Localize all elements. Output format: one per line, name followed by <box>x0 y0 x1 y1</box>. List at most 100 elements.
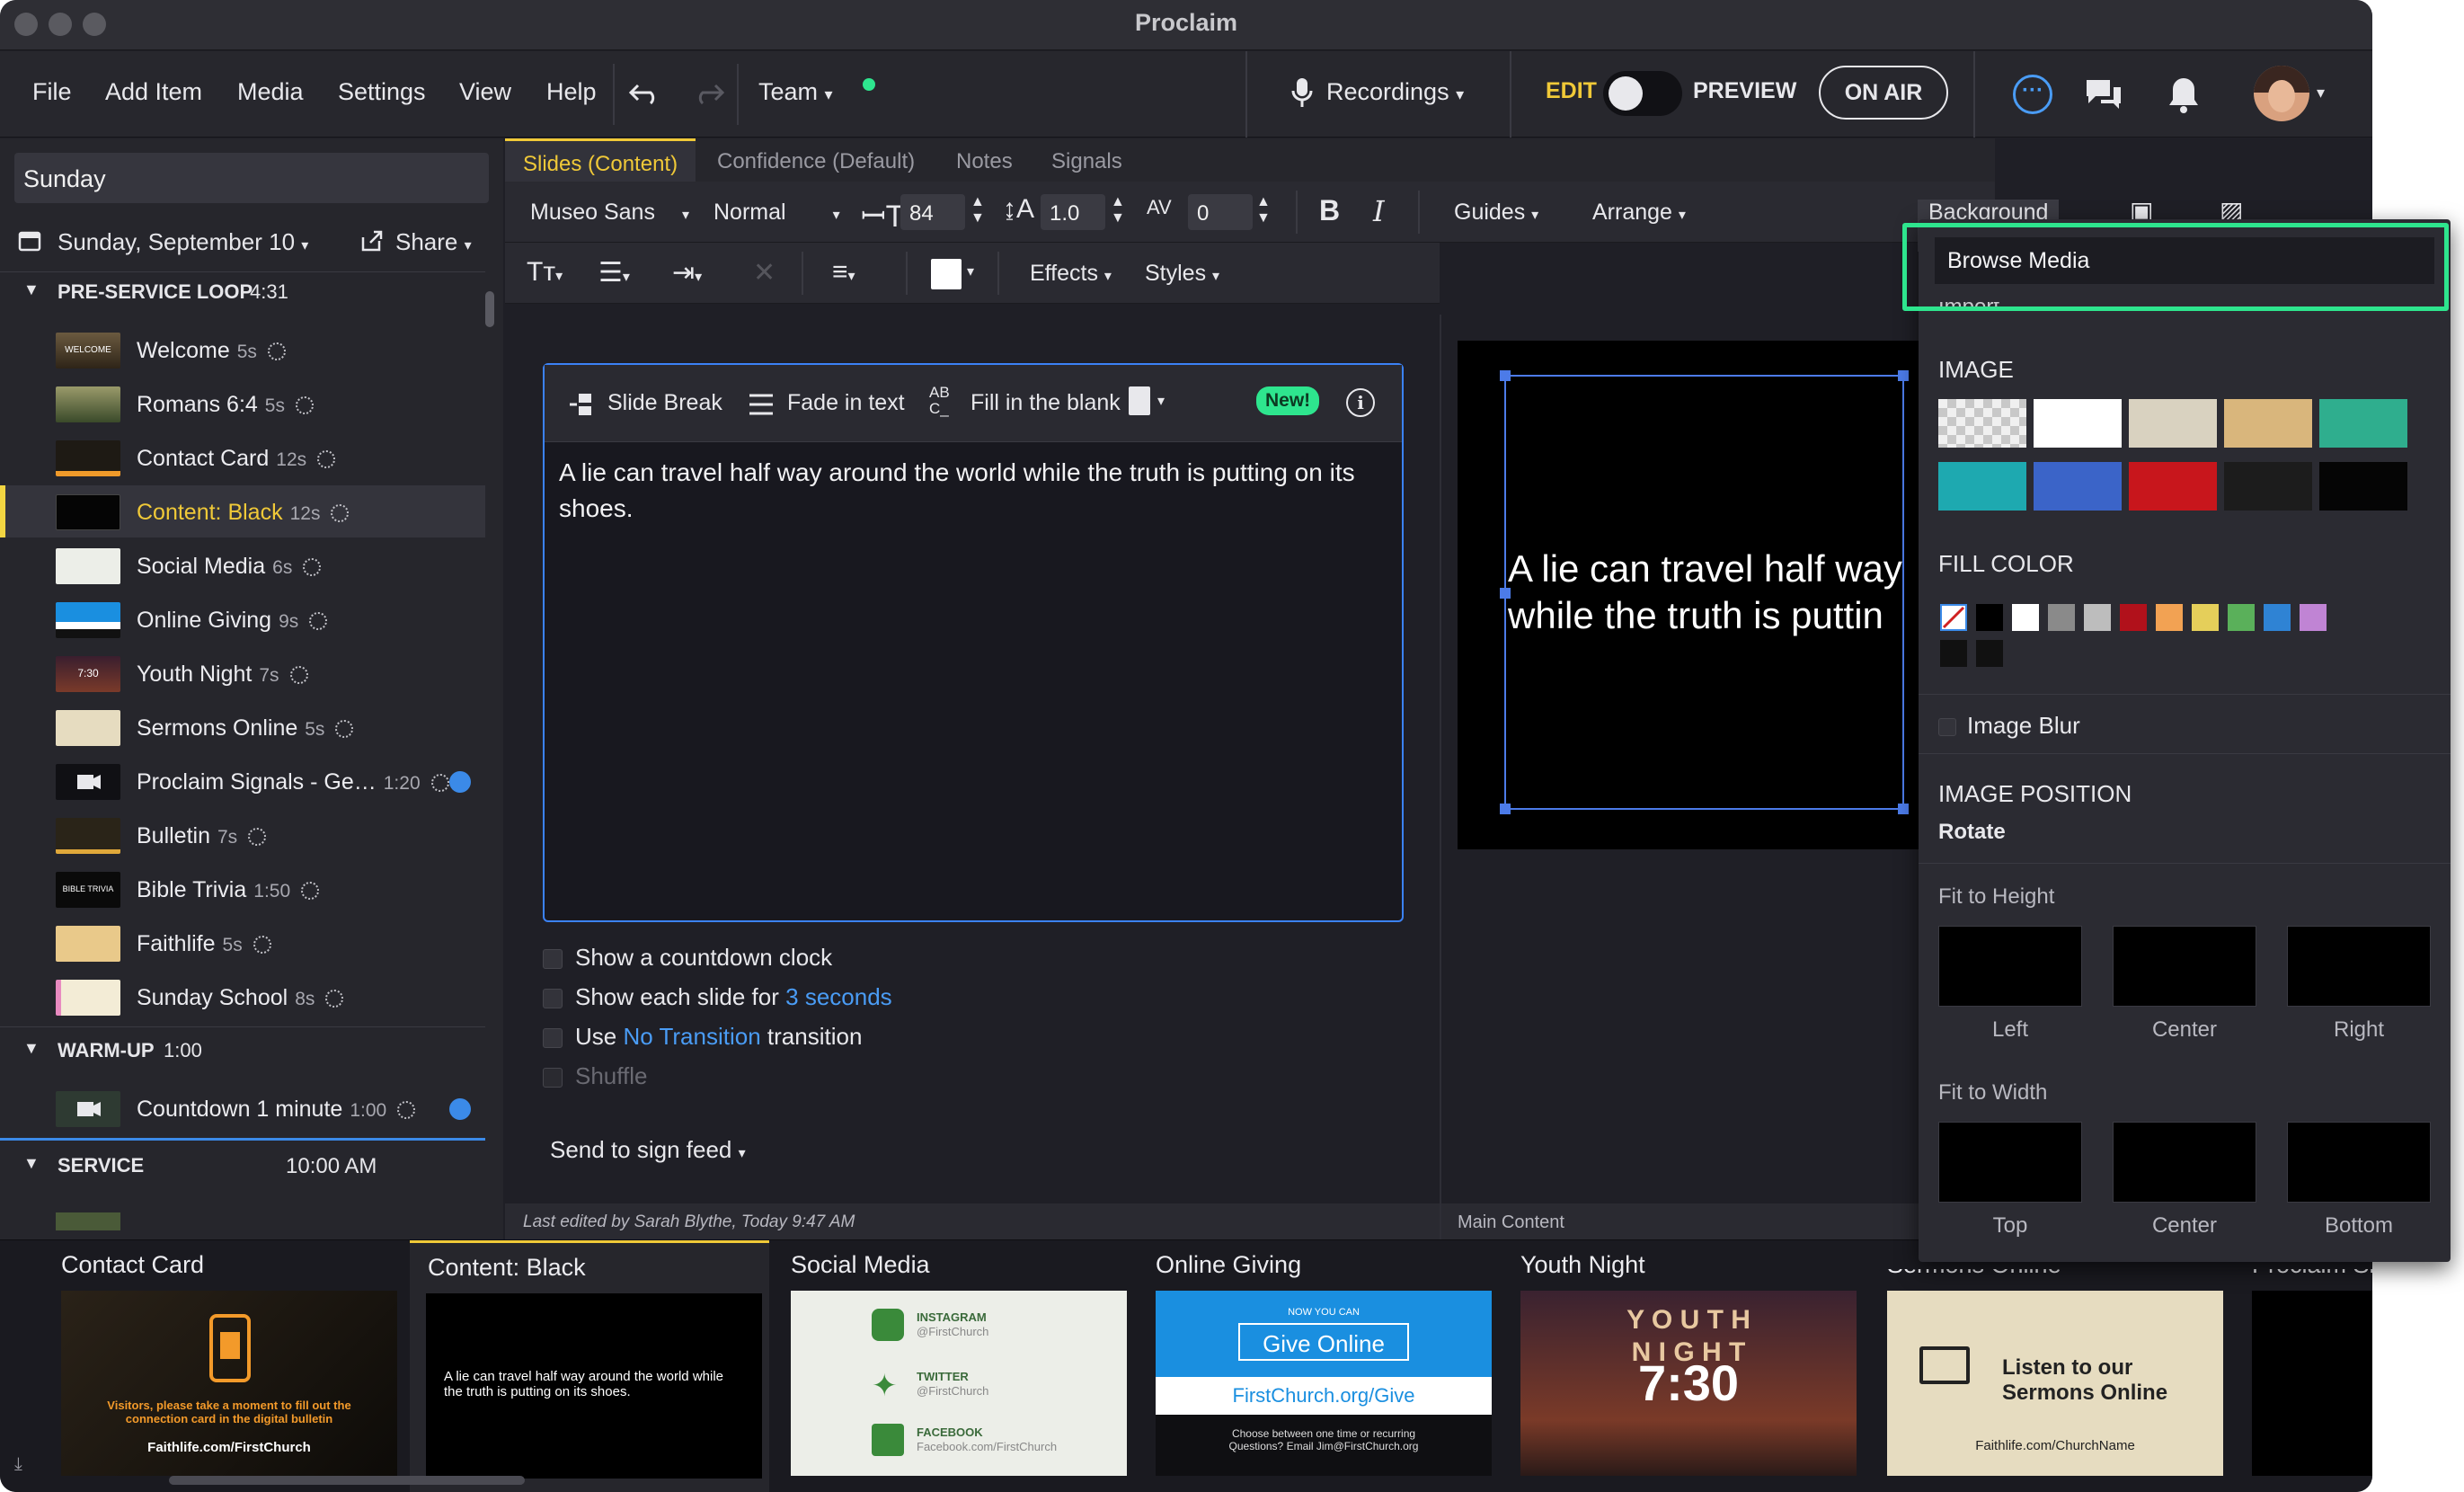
list-item-online-giving[interactable]: Online Giving 9s <box>0 593 485 645</box>
menu-help[interactable]: Help <box>546 78 597 106</box>
list-item-contact-card[interactable]: Contact Card 12s <box>0 431 485 484</box>
text-align-icon[interactable]: ≡▾ <box>832 257 855 288</box>
resize-handle[interactable] <box>1898 370 1909 381</box>
fit-width-center-button[interactable] <box>2113 1122 2256 1203</box>
guides-dropdown[interactable]: Guides ▾ <box>1454 200 1538 226</box>
insert-element-icon[interactable] <box>1129 386 1150 415</box>
image-blur-option[interactable]: Image Blur <box>1938 712 2080 740</box>
avatar-chevron-icon[interactable]: ▾ <box>2317 84 2325 102</box>
list-item-faithlife[interactable]: Faithlife 5s <box>0 917 485 969</box>
italic-button[interactable]: I <box>1373 194 1385 228</box>
transition-option[interactable]: Use No Transition transition <box>543 1023 862 1051</box>
fit-height-center-button[interactable] <box>2113 926 2256 1007</box>
text-case-icon[interactable]: Tт▾ <box>527 257 563 288</box>
list-item-proclaim-signals[interactable]: Proclaim Signals - Ge… 1:20 <box>0 755 485 807</box>
arrange-dropdown[interactable]: Arrange ▾ <box>1592 200 1686 226</box>
fill-color-swatch[interactable] <box>2264 604 2291 631</box>
fill-color-swatch[interactable] <box>2228 604 2255 631</box>
bullet-list-icon[interactable]: ☰▾ <box>598 257 630 289</box>
slide-text-editor[interactable]: Slide Break Fade in text AB C_ Fill in th… <box>543 363 1404 922</box>
share-icon[interactable] <box>359 228 385 253</box>
play-icon[interactable] <box>449 771 471 793</box>
tracking-field[interactable]: 0 <box>1188 194 1253 230</box>
notifications-bell-icon[interactable] <box>2166 75 2202 114</box>
service-name-field[interactable]: Sunday <box>14 153 489 203</box>
slide-duration-checkbox[interactable] <box>543 989 563 1009</box>
service-date-dropdown[interactable]: Sunday, September 10 ▾ <box>58 228 308 256</box>
fill-color-swatch[interactable] <box>2048 604 2075 631</box>
redo-icon[interactable] <box>692 80 724 107</box>
chevron-down-icon[interactable]: ▾ <box>1157 392 1165 410</box>
menu-media[interactable]: Media <box>237 78 304 106</box>
list-item-sermons-online[interactable]: Sermons Online 5s <box>0 701 485 753</box>
image-swatch[interactable] <box>1938 462 2026 511</box>
fill-color-swatch[interactable] <box>1976 604 2003 631</box>
filmstrip-card-contact[interactable]: Contact Card Visitors, please take a mom… <box>43 1240 403 1492</box>
list-item-social-media[interactable]: Social Media 6s <box>0 539 485 591</box>
font-weight-dropdown[interactable]: Normal ▾ <box>713 200 840 226</box>
image-swatch[interactable] <box>2129 462 2217 511</box>
fit-height-right-button[interactable] <box>2287 926 2431 1007</box>
fill-color-swatch[interactable] <box>2156 604 2183 631</box>
countdown-option[interactable]: Show a countdown clock <box>543 944 832 972</box>
recordings-dropdown[interactable]: Recordings ▾ <box>1326 78 1464 106</box>
clear-format-icon[interactable]: ✕ <box>753 257 776 289</box>
seconds-link[interactable]: 3 seconds <box>785 983 892 1010</box>
sidebar-scrollbar[interactable] <box>485 291 494 327</box>
image-swatch[interactable] <box>2224 462 2312 511</box>
undo-icon[interactable] <box>629 80 661 107</box>
filmstrip-scrollbar[interactable] <box>169 1476 525 1485</box>
fit-width-bottom-button[interactable] <box>2287 1122 2431 1203</box>
edit-preview-toggle[interactable] <box>1603 71 1682 116</box>
line-height-field[interactable]: 1.0 <box>1041 194 1105 230</box>
info-icon[interactable]: i <box>1346 388 1375 417</box>
image-swatch[interactable] <box>2129 399 2217 448</box>
filmstrip-card-sermons[interactable]: Sermons Online Listen to our Sermons Onl… <box>1869 1240 2229 1492</box>
calendar-icon[interactable] <box>18 228 41 252</box>
fill-color-swatch[interactable] <box>2012 604 2039 631</box>
list-item-welcome[interactable]: WELCOME Welcome 5s <box>0 324 485 376</box>
menu-settings[interactable]: Settings <box>338 78 426 106</box>
transition-checkbox[interactable] <box>543 1028 563 1049</box>
chevron-down-icon[interactable]: ▾ <box>967 262 974 280</box>
font-size-field[interactable]: 84 <box>900 194 965 230</box>
fill-color-swatch[interactable] <box>2120 604 2147 631</box>
fit-height-left-button[interactable] <box>1938 926 2082 1007</box>
filmstrip-card-social[interactable]: Social Media INSTAGRAM @FirstChurch ✦ TW… <box>773 1240 1132 1492</box>
menu-add-item[interactable]: Add Item <box>105 78 202 106</box>
image-swatch[interactable] <box>2034 399 2122 448</box>
list-item-youth-night[interactable]: 7:30 Youth Night 7s <box>0 647 485 699</box>
no-fill-swatch[interactable] <box>1940 604 1967 631</box>
image-swatch[interactable] <box>1938 399 2026 448</box>
filmstrip-card-youth[interactable]: Youth Night Y O U T H N I G H T 7:30 <box>1502 1240 1862 1492</box>
more-options-icon[interactable]: ··· <box>2013 75 2052 114</box>
list-item-countdown[interactable]: Countdown 1 minute 1:00 <box>0 1082 485 1134</box>
indent-icon[interactable]: ⇥▾ <box>672 257 702 289</box>
countdown-checkbox[interactable] <box>543 949 563 970</box>
fill-color-swatch[interactable] <box>2300 604 2327 631</box>
share-dropdown[interactable]: Share ▾ <box>395 228 472 256</box>
filmstrip-card-content-black[interactable]: Content: Black A lie can travel half way… <box>410 1240 769 1492</box>
list-item-bulletin[interactable]: Bulletin 7s <box>0 809 485 861</box>
transition-link[interactable]: No Transition <box>623 1023 760 1050</box>
fit-width-top-button[interactable] <box>1938 1122 2082 1203</box>
user-avatar[interactable] <box>2254 66 2309 121</box>
font-size-stepper[interactable]: ▲ ▼ <box>971 194 985 226</box>
slide-break-button[interactable]: Slide Break <box>607 390 722 416</box>
fade-in-text-button[interactable]: Fade in text <box>787 390 905 416</box>
styles-dropdown[interactable]: Styles ▾ <box>1145 261 1219 287</box>
list-item-bible-trivia[interactable]: BIBLE TRIVIA Bible Trivia 1:50 <box>0 863 485 915</box>
effects-dropdown[interactable]: Effects ▾ <box>1030 261 1112 287</box>
section-header-warm-up[interactable]: ▼ WARM-UP 1:00 <box>0 1039 485 1079</box>
collapse-filmstrip-icon[interactable]: ⤓ <box>14 1454 22 1475</box>
resize-handle[interactable] <box>1500 804 1511 814</box>
tracking-stepper[interactable]: ▲ ▼ <box>1256 194 1271 226</box>
fill-color-swatch[interactable] <box>2084 604 2111 631</box>
microphone-icon[interactable] <box>1290 76 1314 109</box>
chat-icon[interactable] <box>2083 76 2124 112</box>
image-swatch[interactable] <box>2319 399 2407 448</box>
filmstrip-card-giving[interactable]: Online Giving NOW YOU CAN Give Online Fi… <box>1138 1240 1497 1492</box>
fill-color-swatch[interactable] <box>1940 640 1967 667</box>
image-swatch[interactable] <box>2034 462 2122 511</box>
menu-file[interactable]: File <box>32 78 72 106</box>
